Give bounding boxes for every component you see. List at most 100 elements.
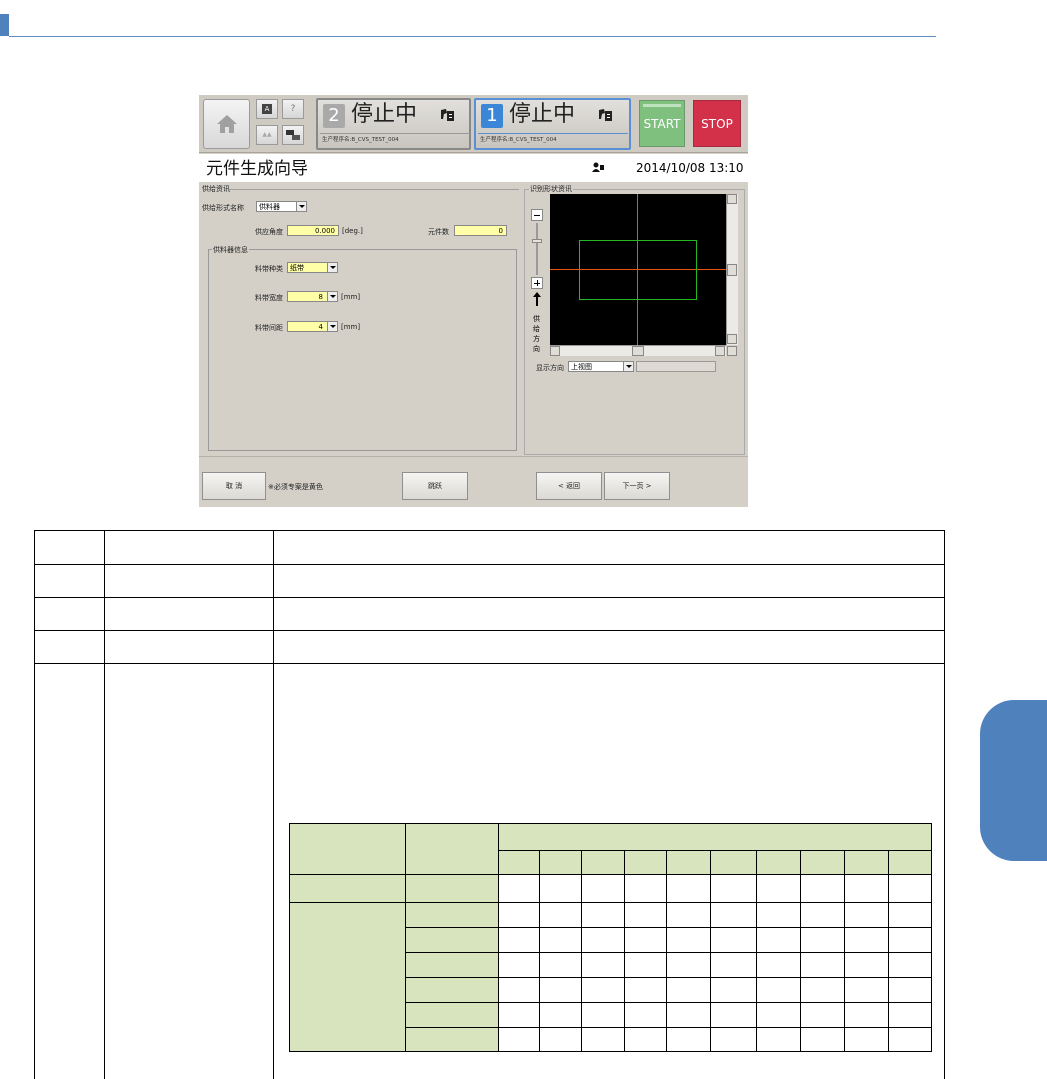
tape-width-select[interactable]: 8 bbox=[287, 291, 338, 302]
scroll-down-icon[interactable] bbox=[727, 334, 737, 344]
top-toolbar: A ? ▲▲ 2 停止中 生产程序名:B_CVS_TEST_004 1 停止中 bbox=[199, 95, 748, 153]
language-button[interactable]: A bbox=[256, 99, 278, 119]
tape-width-label: 料带宽度 bbox=[255, 294, 283, 302]
tape-type-select[interactable]: 纸带 bbox=[287, 262, 338, 273]
zoom-in-button[interactable] bbox=[531, 277, 543, 289]
stop-button[interactable]: STOP bbox=[693, 100, 741, 147]
header-cell bbox=[756, 850, 801, 875]
row-label-cell bbox=[405, 927, 499, 953]
table-cell bbox=[273, 564, 945, 598]
table-cell bbox=[498, 1027, 540, 1052]
table-cell bbox=[800, 952, 845, 978]
tape-pitch-select[interactable]: 4 bbox=[287, 321, 338, 332]
row-label-cell bbox=[405, 1002, 499, 1028]
vertical-scrollbar[interactable] bbox=[726, 194, 738, 345]
table-cell bbox=[498, 902, 540, 928]
lane-number: 1 bbox=[481, 104, 503, 128]
table-cell bbox=[539, 927, 582, 953]
table-cell bbox=[666, 1027, 711, 1052]
scroll-left-icon[interactable] bbox=[550, 346, 560, 356]
row-label-cell bbox=[405, 952, 499, 978]
table-cell bbox=[539, 952, 582, 978]
table-header-row bbox=[289, 823, 932, 875]
component-outline bbox=[579, 240, 697, 300]
table-cell bbox=[104, 530, 274, 565]
scroll-right-icon[interactable] bbox=[715, 346, 725, 356]
lane-1-panel[interactable]: 1 停止中 生产程序名:B_CVS_TEST_004 bbox=[474, 98, 631, 150]
section-divider bbox=[229, 189, 519, 190]
tape-pitch-label: 料带间距 bbox=[255, 324, 283, 332]
table-cell bbox=[800, 1027, 845, 1052]
count-input[interactable]: 0 bbox=[454, 225, 507, 236]
table-cell bbox=[844, 874, 889, 903]
table-cell bbox=[34, 530, 105, 565]
horizontal-scrollbar[interactable] bbox=[550, 345, 726, 356]
table-cell bbox=[498, 927, 540, 953]
chevron-down-icon[interactable] bbox=[623, 362, 633, 371]
help-button[interactable]: ? bbox=[282, 99, 304, 119]
table-cell bbox=[581, 1027, 625, 1052]
operator-button[interactable]: ▲▲ bbox=[256, 125, 278, 145]
shape-preview-canvas[interactable] bbox=[550, 194, 726, 345]
skip-button[interactable]: 跳跃 bbox=[402, 472, 468, 500]
scroll-up-icon[interactable] bbox=[727, 194, 737, 204]
table-cell bbox=[800, 977, 845, 1003]
home-button[interactable] bbox=[203, 99, 250, 149]
network-button[interactable] bbox=[282, 125, 304, 145]
operator-icon: ▲▲ bbox=[262, 131, 272, 138]
header-cell bbox=[539, 850, 582, 875]
table-row bbox=[289, 902, 932, 1052]
table-cell bbox=[666, 1002, 711, 1028]
table-cell bbox=[539, 874, 582, 903]
header-cell bbox=[710, 850, 757, 875]
chapter-side-tab bbox=[980, 700, 1047, 861]
feed-direction-char: 供 bbox=[533, 315, 540, 323]
table-cell bbox=[710, 927, 757, 953]
tape-type-label: 料带种类 bbox=[255, 265, 283, 273]
table-row bbox=[34, 597, 945, 631]
section-marker bbox=[0, 14, 9, 36]
table-cell bbox=[624, 874, 667, 903]
table-cell bbox=[710, 902, 757, 928]
table-cell bbox=[498, 977, 540, 1003]
next-button[interactable]: 下一页 > bbox=[604, 472, 670, 500]
table-cell bbox=[756, 1027, 801, 1052]
table-cell bbox=[581, 902, 625, 928]
back-button[interactable]: < 返回 bbox=[536, 472, 602, 500]
scroll-thumb[interactable] bbox=[727, 264, 737, 276]
table-cell bbox=[581, 952, 625, 978]
table-cell bbox=[624, 952, 667, 978]
chevron-down-icon[interactable] bbox=[296, 202, 306, 211]
table-cell bbox=[539, 1027, 582, 1052]
chevron-down-icon[interactable] bbox=[327, 263, 337, 272]
cancel-button[interactable]: 取 消 bbox=[202, 472, 266, 500]
feeder-info-box bbox=[208, 249, 517, 451]
scroll-thumb[interactable] bbox=[632, 346, 644, 356]
form-name-select[interactable]: 供料器 bbox=[256, 201, 307, 212]
lane-2-panel[interactable]: 2 停止中 生产程序名:B_CVS_TEST_004 bbox=[316, 98, 471, 150]
language-icon: A bbox=[262, 104, 272, 114]
header-cell bbox=[405, 823, 499, 875]
table-row bbox=[34, 630, 945, 664]
display-dir-select[interactable]: 上视图 bbox=[568, 361, 634, 372]
zoom-slider-handle[interactable] bbox=[532, 239, 542, 243]
table-cell bbox=[666, 952, 711, 978]
table-row bbox=[289, 874, 932, 903]
lane-status: 停止中 bbox=[509, 102, 576, 127]
chevron-down-icon[interactable] bbox=[327, 322, 337, 331]
header-cell bbox=[624, 850, 667, 875]
header-cell bbox=[498, 823, 932, 851]
start-button[interactable]: START bbox=[639, 100, 685, 147]
program-icon bbox=[599, 109, 612, 121]
shape-section-label: 识别形状资讯 bbox=[529, 184, 573, 194]
table-cell bbox=[581, 977, 625, 1003]
table-cell bbox=[666, 977, 711, 1003]
corner-grip-icon bbox=[727, 346, 737, 356]
tape-width-value: 8 bbox=[318, 293, 323, 301]
table-cell bbox=[888, 952, 932, 978]
chevron-down-icon[interactable] bbox=[327, 292, 337, 301]
table-cell bbox=[273, 597, 945, 631]
angle-input[interactable]: 0.000 bbox=[287, 225, 339, 236]
supply-section-label: 供给资讯 bbox=[202, 185, 230, 193]
zoom-out-button[interactable] bbox=[531, 209, 543, 221]
